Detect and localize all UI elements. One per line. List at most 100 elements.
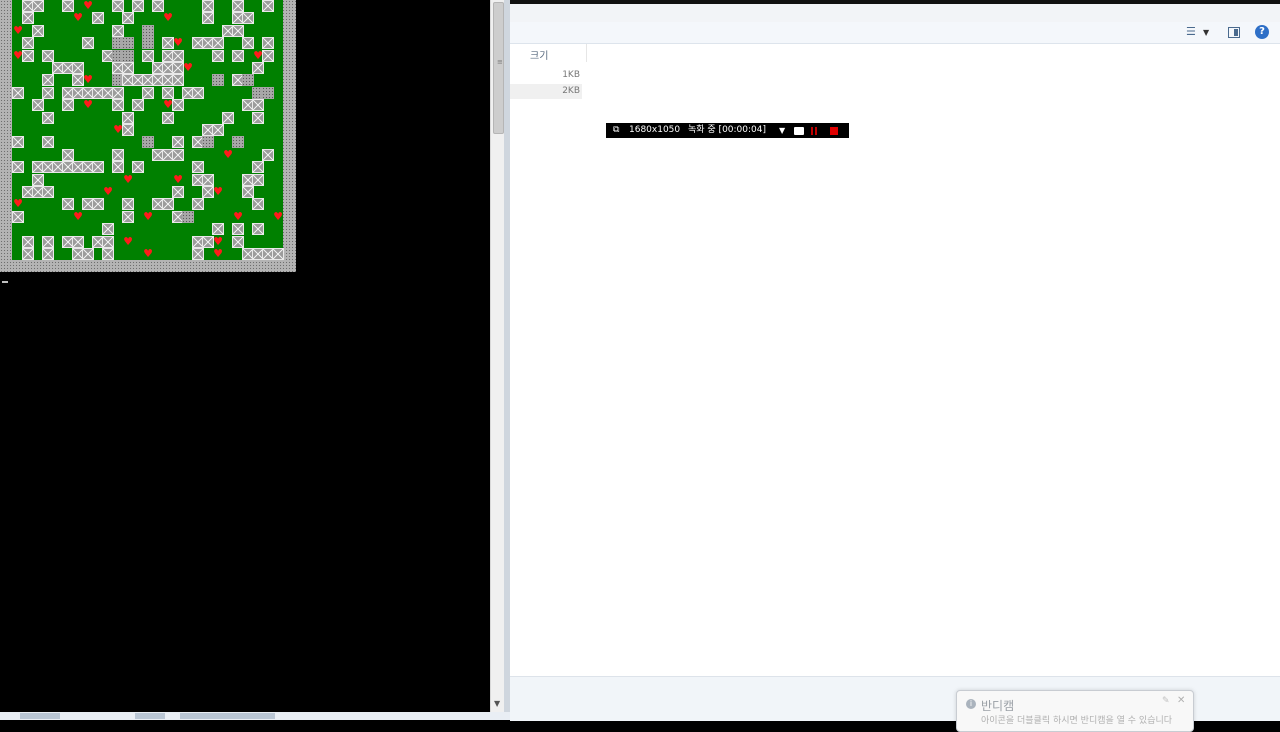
chevron-down-icon[interactable]: ▼ bbox=[779, 124, 785, 137]
crate-tile bbox=[112, 161, 124, 174]
crate-tile bbox=[172, 186, 184, 198]
taskbar-item[interactable] bbox=[20, 713, 60, 719]
crate-tile bbox=[122, 198, 134, 211]
heart-icon: ♥ bbox=[83, 0, 93, 12]
crate-tile bbox=[122, 12, 134, 25]
notification-toast[interactable]: i 반디캠 아이콘을 더블클릭 하시면 반디캠을 열 수 있습니다 ✎ ✕ bbox=[956, 690, 1194, 732]
crate-tile bbox=[42, 235, 54, 248]
crate-tile bbox=[22, 37, 34, 50]
crate-tile bbox=[122, 210, 134, 223]
crate-tile bbox=[242, 186, 254, 198]
file-size: 2KB bbox=[562, 86, 580, 96]
crate-tile bbox=[132, 161, 144, 174]
heart-icon: ♥ bbox=[143, 209, 153, 223]
crate-tile bbox=[192, 86, 204, 99]
recording-status: 녹화 중 [00:00:04] bbox=[688, 125, 767, 135]
heart-icon: ♥ bbox=[13, 197, 23, 211]
heart-icon: ♥ bbox=[213, 185, 223, 198]
pin-icon[interactable]: ✎ bbox=[1162, 696, 1170, 706]
heart-icon: ♥ bbox=[13, 23, 23, 37]
recorder-bar: ⧉ 1680x1050 녹화 중 [00:00:04] ▼ bbox=[606, 123, 849, 138]
preview-pane-icon[interactable] bbox=[1228, 27, 1240, 38]
camera-icon[interactable] bbox=[794, 127, 804, 135]
heart-icon: ♥ bbox=[183, 61, 193, 74]
heart-icon: ♥ bbox=[73, 209, 83, 223]
crate-tile bbox=[72, 235, 84, 248]
wall-tile bbox=[262, 86, 274, 99]
crate-tile bbox=[222, 111, 234, 124]
column-header-size[interactable]: 크기 bbox=[510, 44, 587, 62]
crate-tile bbox=[22, 12, 34, 25]
crate-tile bbox=[112, 86, 124, 99]
address-bar[interactable] bbox=[510, 4, 1280, 23]
crate-tile bbox=[132, 99, 144, 112]
help-icon[interactable]: ? bbox=[1255, 25, 1269, 39]
wall-tile bbox=[122, 37, 134, 50]
heart-icon: ♥ bbox=[163, 11, 173, 25]
wall-tile bbox=[232, 136, 244, 149]
list-item[interactable]: 2KB bbox=[510, 84, 582, 99]
crate-tile bbox=[232, 49, 244, 62]
crate-tile bbox=[22, 49, 34, 62]
wall-tile bbox=[182, 210, 194, 223]
crate-tile bbox=[62, 99, 74, 112]
text-cursor bbox=[2, 281, 8, 283]
crate-tile bbox=[102, 223, 114, 236]
crate-tile bbox=[42, 111, 54, 124]
crate-tile bbox=[202, 173, 214, 186]
toolbar: ☰ ▼ ? bbox=[510, 22, 1280, 44]
wall-tile bbox=[142, 136, 154, 149]
scrollbar-thumb[interactable]: ≡ bbox=[493, 2, 504, 134]
crate-tile bbox=[12, 136, 24, 149]
crate-tile bbox=[172, 49, 184, 62]
crate-tile bbox=[162, 86, 174, 99]
crate-tile bbox=[262, 0, 274, 12]
list-item[interactable]: 1KB bbox=[510, 68, 582, 83]
taskbar-item[interactable] bbox=[135, 713, 165, 719]
crate-tile bbox=[172, 99, 184, 112]
crate-tile bbox=[252, 223, 264, 236]
crate-tile bbox=[272, 248, 284, 260]
crate-tile bbox=[112, 24, 124, 37]
wall-tile bbox=[122, 49, 134, 62]
console-scrollbar[interactable]: ≡ ▼ bbox=[490, 0, 505, 712]
heart-icon: ♥ bbox=[213, 247, 223, 260]
taskbar-item[interactable] bbox=[180, 713, 275, 719]
crate-tile bbox=[112, 0, 124, 12]
chevron-down-icon[interactable]: ▼ bbox=[1203, 28, 1209, 37]
crate-tile bbox=[102, 235, 114, 248]
crate-tile bbox=[212, 124, 224, 136]
crate-tile bbox=[42, 248, 54, 260]
crate-tile bbox=[102, 248, 114, 260]
crate-tile bbox=[192, 248, 204, 260]
taskbar-strip bbox=[0, 712, 510, 720]
crate-tile bbox=[232, 235, 244, 248]
crate-tile bbox=[252, 99, 264, 112]
scroll-down-icon[interactable]: ▼ bbox=[494, 699, 500, 708]
crate-tile bbox=[62, 0, 74, 12]
views-list-icon[interactable]: ☰ bbox=[1186, 25, 1196, 38]
close-icon[interactable]: ✕ bbox=[1177, 695, 1185, 706]
crate-tile bbox=[62, 148, 74, 161]
heart-icon: ♥ bbox=[223, 147, 233, 161]
crate-tile bbox=[112, 99, 124, 112]
pause-icon[interactable] bbox=[811, 127, 817, 135]
game-field: ♥ ♥ ♥ ♥ ♥ ♥ ♥ ♥ ♥ ♥ ♥ ♥ ♥ ♥ ♥ ♥ ♥ ♥ ♥ ♥ ♥ ♥ ♥ ♥ ♥ ♥ bbox=[12, 0, 284, 260]
stop-icon[interactable] bbox=[830, 127, 838, 135]
heart-icon: ♥ bbox=[173, 172, 183, 186]
info-icon: i bbox=[966, 699, 976, 709]
toast-title: 반디캠 bbox=[981, 699, 1015, 713]
crate-tile bbox=[72, 62, 84, 74]
console-window: ♥ ♥ ♥ ♥ ♥ ♥ ♥ ♥ ♥ ♥ ♥ ♥ ♥ ♥ ♥ ♥ ♥ ♥ ♥ ♥ ♥ ♥ ♥ ♥ ♥ ♥ bbox=[0, 0, 490, 712]
crate-tile bbox=[82, 37, 94, 50]
heart-icon: ♥ bbox=[143, 247, 153, 260]
crate-tile bbox=[62, 198, 74, 211]
heart-icon: ♥ bbox=[173, 36, 183, 50]
heart-icon: ♥ bbox=[233, 209, 243, 223]
crate-tile bbox=[22, 248, 34, 260]
window-mode-icon[interactable]: ⧉ bbox=[613, 124, 619, 137]
crate-tile bbox=[192, 161, 204, 174]
crate-tile bbox=[212, 37, 224, 50]
crate-tile bbox=[172, 74, 184, 87]
crate-tile bbox=[252, 161, 264, 174]
